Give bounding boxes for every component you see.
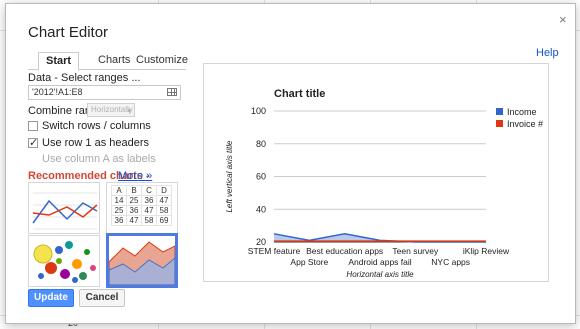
table-thumbnail-grid: A B C D 14 25 36 47 25 36 47 58 36 47 58 69	[111, 185, 172, 226]
x-tick-label: NYC apps	[431, 257, 470, 267]
switch-rows-label: Switch rows / columns	[42, 120, 151, 132]
mini-table-cell: 36	[126, 205, 142, 216]
combine-ranges-select[interactable]: Horizontally ▾	[87, 103, 135, 117]
chart-title: Chart title	[274, 88, 325, 100]
legend-swatch	[496, 108, 503, 115]
update-button[interactable]: Update	[28, 289, 74, 307]
help-link[interactable]: Help	[536, 47, 559, 59]
legend-label: Invoice #	[507, 119, 543, 129]
mini-table-cell: 14	[111, 195, 127, 206]
chart-preview-panel: Chart title 20 40 60 80 100 Left vertical axis…	[203, 63, 549, 282]
mini-table-cell: 25	[111, 205, 127, 216]
data-range-input[interactable]: '2012'!A1:E8	[28, 85, 181, 100]
chevron-down-icon: ▾	[127, 108, 131, 115]
close-icon[interactable]: ×	[559, 12, 567, 27]
bubble-chart-thumbnail-graphic	[33, 241, 96, 283]
table-chart-thumbnail[interactable]: A B C D 14 25 36 47 25 36 47 58 36 47 58 69	[106, 182, 178, 234]
mini-table-cell: 36	[141, 195, 157, 206]
y-tick-label: 40	[256, 204, 266, 214]
x-tick-label: Teen survey	[392, 246, 439, 256]
y-tick-label: 60	[256, 172, 266, 182]
mini-table-cell: 47	[156, 195, 172, 206]
mini-table-cell: C	[141, 185, 157, 196]
editor-tabs: Start Charts Customize	[28, 52, 188, 71]
mini-table-row: 14 25 36 47	[111, 195, 172, 206]
bubble-chart-thumbnail[interactable]	[28, 235, 100, 287]
x-tick-label: Android apps fail	[348, 257, 411, 267]
mini-table-cell: 25	[126, 195, 142, 206]
x-axis-title: Horizontal axis title	[346, 270, 414, 279]
legend-label: Income	[507, 107, 537, 117]
mini-table-cell: 58	[141, 215, 157, 226]
use-column-labels-label: Use column A as labels	[42, 153, 156, 165]
area-chart-thumbnail[interactable]	[106, 233, 178, 288]
line-chart-thumbnail[interactable]	[28, 182, 100, 234]
grid-select-icon[interactable]	[167, 88, 177, 96]
y-axis-title: Left vertical axis title	[225, 140, 234, 213]
cancel-button[interactable]: Cancel	[79, 289, 125, 307]
mini-table-cell: A	[111, 185, 127, 196]
chart-preview-svg: Chart title20406080100Left vertical axis…	[225, 88, 543, 279]
mini-table-cell: 47	[126, 215, 142, 226]
x-tick-label: iKlip Review	[463, 246, 510, 256]
x-tick-label: App Store	[290, 257, 328, 267]
mini-table-cell: 69	[156, 215, 172, 226]
use-row-headers-label: Use row 1 as headers	[42, 137, 149, 149]
mini-table-row: 36 47 58 69	[111, 215, 172, 226]
mini-table-cell: 58	[156, 205, 172, 216]
more-charts-link[interactable]: More »	[118, 170, 152, 182]
line-chart-thumbnail-graphic	[32, 192, 98, 230]
tab-start[interactable]: Start	[38, 52, 80, 71]
tab-charts[interactable]: Charts	[98, 52, 130, 70]
mini-table-cell: 36	[111, 215, 127, 226]
use-row-headers-checkbox[interactable]	[28, 136, 38, 149]
dialog-title: Chart Editor	[28, 24, 109, 41]
data-range-label: Data - Select ranges ...	[28, 72, 141, 84]
x-tick-label: Best education apps	[306, 246, 383, 256]
tab-customize[interactable]: Customize	[136, 52, 188, 70]
legend-swatch	[496, 120, 503, 127]
area-chart-thumbnail-graphic	[109, 241, 175, 285]
x-tick-label: STEM feature	[248, 246, 301, 256]
mini-table-row: ABCD	[111, 185, 172, 196]
mini-table-cell: B	[126, 185, 142, 196]
chart-editor-dialog: Chart Editor × Help Start Charts Customi…	[5, 3, 576, 324]
switch-rows-checkbox[interactable]	[28, 121, 38, 131]
mini-table-cell: D	[156, 185, 172, 196]
y-tick-label: 80	[256, 139, 266, 149]
y-tick-label: 100	[251, 106, 266, 116]
mini-table-row: 25 36 47 58	[111, 205, 172, 216]
mini-table-cell: 47	[141, 205, 157, 216]
data-range-value: '2012'!A1:E8	[32, 87, 83, 97]
